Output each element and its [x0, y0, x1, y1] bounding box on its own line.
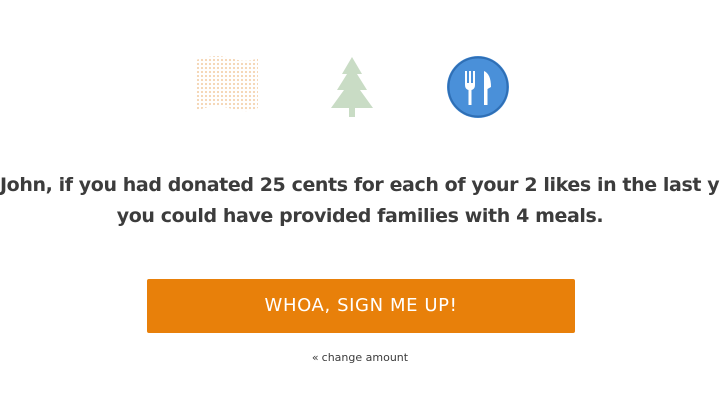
- change-amount-label: change amount: [321, 351, 409, 364]
- impact-message-line-1: John, if you had donated 25 cents for ea…: [0, 174, 720, 196]
- change-amount-link[interactable]: «change amount: [0, 351, 720, 364]
- meal-icon: [445, 54, 511, 120]
- back-arrow-icon: «: [311, 351, 319, 364]
- impact-message: John, if you had donated 25 cents for ea…: [0, 170, 720, 232]
- tree-icon: [324, 54, 380, 120]
- sign-me-up-button[interactable]: WHOA, SIGN ME UP!: [147, 279, 575, 333]
- water-icon: [192, 54, 260, 120]
- impact-icon-row: [0, 54, 720, 120]
- impact-message-line-2: you could have provided families with 4 …: [116, 205, 604, 227]
- donation-impact-page: John, if you had donated 25 cents for ea…: [0, 0, 720, 405]
